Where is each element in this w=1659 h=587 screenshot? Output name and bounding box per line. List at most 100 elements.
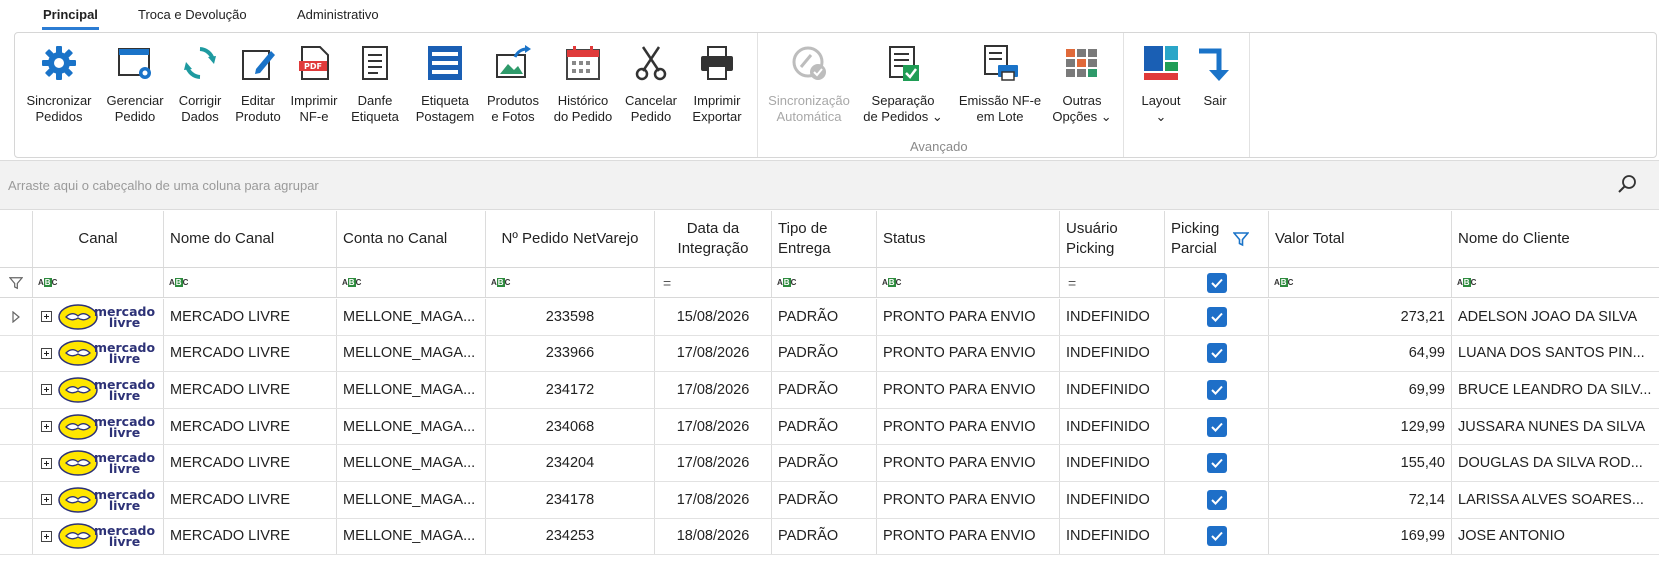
table-row[interactable]: mercado livre MERCADO LIVRE MELLONE_MAGA… <box>0 372 1659 409</box>
gear-icon <box>37 41 81 85</box>
imprimir-exportar-button[interactable]: Imprimir Exportar <box>687 41 747 125</box>
logo-text: mercado livre <box>94 303 156 330</box>
picking-parcial-checkbox[interactable] <box>1206 379 1227 400</box>
column-header-nome-canal[interactable]: Nome do Canal <box>164 211 337 267</box>
etiqueta-postagem-button[interactable]: Etiqueta Postagem <box>415 41 475 125</box>
picking-parcial-checkbox[interactable] <box>1206 416 1227 437</box>
expand-row-icon[interactable] <box>41 421 52 433</box>
emissao-nfe-lote-button[interactable]: Emissão NF-e em Lote <box>955 41 1045 125</box>
column-header-pedido[interactable]: Nº Pedido NetVarejo <box>486 211 655 267</box>
corrigir-dados-button[interactable]: Corrigir Dados <box>175 41 225 125</box>
filter-tipo-entrega[interactable]: ABC <box>772 268 877 297</box>
historico-pedido-button[interactable]: Histórico do Pedido <box>551 41 615 125</box>
expand-row-icon[interactable] <box>41 457 52 469</box>
picking-parcial-cell <box>1165 335 1269 372</box>
group-by-panel[interactable]: Arraste aqui o cabeçalho de uma coluna p… <box>0 160 1659 210</box>
tab-troca-devolucao[interactable]: Troca e Devolução <box>138 7 247 22</box>
mercado-livre-logo: mercado livre <box>58 450 155 476</box>
table-row[interactable]: mercado livre MERCADO LIVRE MELLONE_MAGA… <box>0 335 1659 373</box>
equals-filter-icon: = <box>1068 274 1077 291</box>
produtos-fotos-button[interactable]: Produtos e Fotos <box>483 41 543 125</box>
outras-opcoes-button[interactable]: Outras Opções ⌄ <box>1049 41 1115 125</box>
nome-canal-cell: MERCADO LIVRE <box>164 335 337 372</box>
filter-checkbox[interactable] <box>1206 272 1227 293</box>
separacao-pedidos-button[interactable]: Separação de Pedidos ⌄ <box>861 41 945 125</box>
filter-nome-cliente[interactable]: ABC <box>1452 268 1659 297</box>
table-row[interactable]: mercado livre MERCADO LIVRE MELLONE_MAGA… <box>0 518 1659 556</box>
valor-total-cell: 72,14 <box>1269 482 1452 518</box>
row-indicator-cell <box>0 408 33 445</box>
usuario-picking-cell: INDEFINIDO <box>1060 372 1165 408</box>
column-header-usuario-picking[interactable]: Usuário Picking <box>1060 211 1165 267</box>
sincronizacao-automatica-label: Sincronização Automática <box>768 93 850 124</box>
expand-row-icon[interactable] <box>41 530 52 542</box>
table-row[interactable]: mercado livre MERCADO LIVRE MELLONE_MAGA… <box>0 408 1659 446</box>
etiqueta-postagem-label: Etiqueta Postagem <box>415 93 475 124</box>
tipo-entrega-cell: PADRÃO <box>772 335 877 372</box>
expand-row-icon[interactable] <box>41 311 52 323</box>
column-header-tipo-entrega[interactable]: Tipo de Entrega <box>772 211 877 267</box>
valor-total-cell: 169,99 <box>1269 518 1452 555</box>
sync-auto-icon <box>787 41 831 85</box>
picking-parcial-checkbox[interactable] <box>1206 526 1227 547</box>
imprimir-nfe-button[interactable]: PDF Imprimir NF-e <box>289 41 339 125</box>
filter-canal[interactable]: ABC <box>33 268 164 297</box>
mercado-livre-logo: mercado livre <box>58 413 155 440</box>
table-row[interactable]: mercado livre MERCADO LIVRE MELLONE_MAGA… <box>0 482 1659 519</box>
exit-arrow-icon <box>1193 41 1237 85</box>
picking-parcial-cell <box>1165 408 1269 445</box>
column-header-valor-total[interactable]: Valor Total <box>1269 211 1452 267</box>
expand-row-icon[interactable] <box>41 494 52 506</box>
row-indicator-cell <box>0 335 33 372</box>
gerenciar-pedido-button[interactable]: Gerenciar Pedido <box>105 41 165 125</box>
column-header-picking-parcial[interactable]: Picking Parcial <box>1165 211 1269 267</box>
column-header-data-integracao[interactable]: Data da Integração <box>655 211 772 267</box>
emissao-nfe-lote-label: Emissão NF-e em Lote <box>958 93 1042 124</box>
filter-usuario-picking[interactable]: = <box>1060 268 1165 297</box>
expand-row-icon[interactable] <box>41 384 52 396</box>
expand-row-icon[interactable] <box>41 347 52 359</box>
filter-status[interactable]: ABC <box>877 268 1060 297</box>
checkmark-icon <box>1210 422 1223 432</box>
column-header-status[interactable]: Status <box>877 211 1060 267</box>
filter-conta-canal[interactable]: ABC <box>337 268 486 297</box>
search-icon[interactable] <box>1615 171 1641 197</box>
layout-button[interactable]: Layout ⌄ <box>1133 41 1189 125</box>
danfe-etiqueta-button[interactable]: Danfe Etiqueta <box>349 41 401 125</box>
filter-pedido[interactable]: ABC <box>486 268 655 297</box>
cancelar-pedido-button[interactable]: Cancelar Pedido <box>623 41 679 125</box>
conta-canal-cell: MELLONE_MAGA... <box>337 372 486 408</box>
table-row[interactable]: mercado livre MERCADO LIVRE MELLONE_MAGA… <box>0 445 1659 482</box>
tab-administrativo[interactable]: Administrativo <box>297 7 379 22</box>
picking-parcial-checkbox[interactable] <box>1206 489 1227 510</box>
sincronizacao-automatica-button[interactable]: Sincronização Automática <box>767 41 851 125</box>
filter-valor-total[interactable]: ABC <box>1269 268 1452 297</box>
nome-canal-cell: MERCADO LIVRE <box>164 372 337 408</box>
usuario-picking-cell: INDEFINIDO <box>1060 335 1165 372</box>
table-row[interactable]: mercado livre MERCADO LIVRE MELLONE_MAGA… <box>0 299 1659 336</box>
status-cell: PRONTO PARA ENVIO <box>877 372 1060 408</box>
picking-parcial-checkbox[interactable] <box>1206 306 1227 327</box>
tipo-entrega-cell: PADRÃO <box>772 408 877 445</box>
pedido-cell: 234253 <box>486 518 655 555</box>
picking-parcial-checkbox[interactable] <box>1206 453 1227 474</box>
column-header-canal[interactable]: Canal <box>33 211 164 267</box>
tab-principal[interactable]: Principal <box>42 7 99 30</box>
column-header-nome-cliente[interactable]: Nome do Cliente <box>1452 211 1659 267</box>
filter-active-icon[interactable] <box>1233 231 1250 247</box>
text-filter-icon: ABC <box>491 278 511 287</box>
group-separator <box>1249 33 1250 157</box>
pedido-cell: 234172 <box>486 372 655 408</box>
picking-parcial-checkbox[interactable] <box>1206 343 1227 364</box>
sair-button[interactable]: Sair <box>1195 41 1235 109</box>
group-caption-avancado: Avançado <box>910 139 968 154</box>
text-filter-icon: ABC <box>38 278 58 287</box>
data-integracao-cell: 18/08/2026 <box>655 518 772 555</box>
column-header-conta-canal[interactable]: Conta no Canal <box>337 211 486 267</box>
valor-total-cell: 64,99 <box>1269 335 1452 372</box>
editar-produto-button[interactable]: Editar Produto <box>231 41 285 125</box>
filter-nome-canal[interactable]: ABC <box>164 268 337 297</box>
filter-data-integracao[interactable]: = <box>655 268 772 297</box>
sincronizar-pedidos-button[interactable]: Sincronizar Pedidos <box>26 41 92 125</box>
filter-picking-parcial[interactable] <box>1165 268 1269 297</box>
